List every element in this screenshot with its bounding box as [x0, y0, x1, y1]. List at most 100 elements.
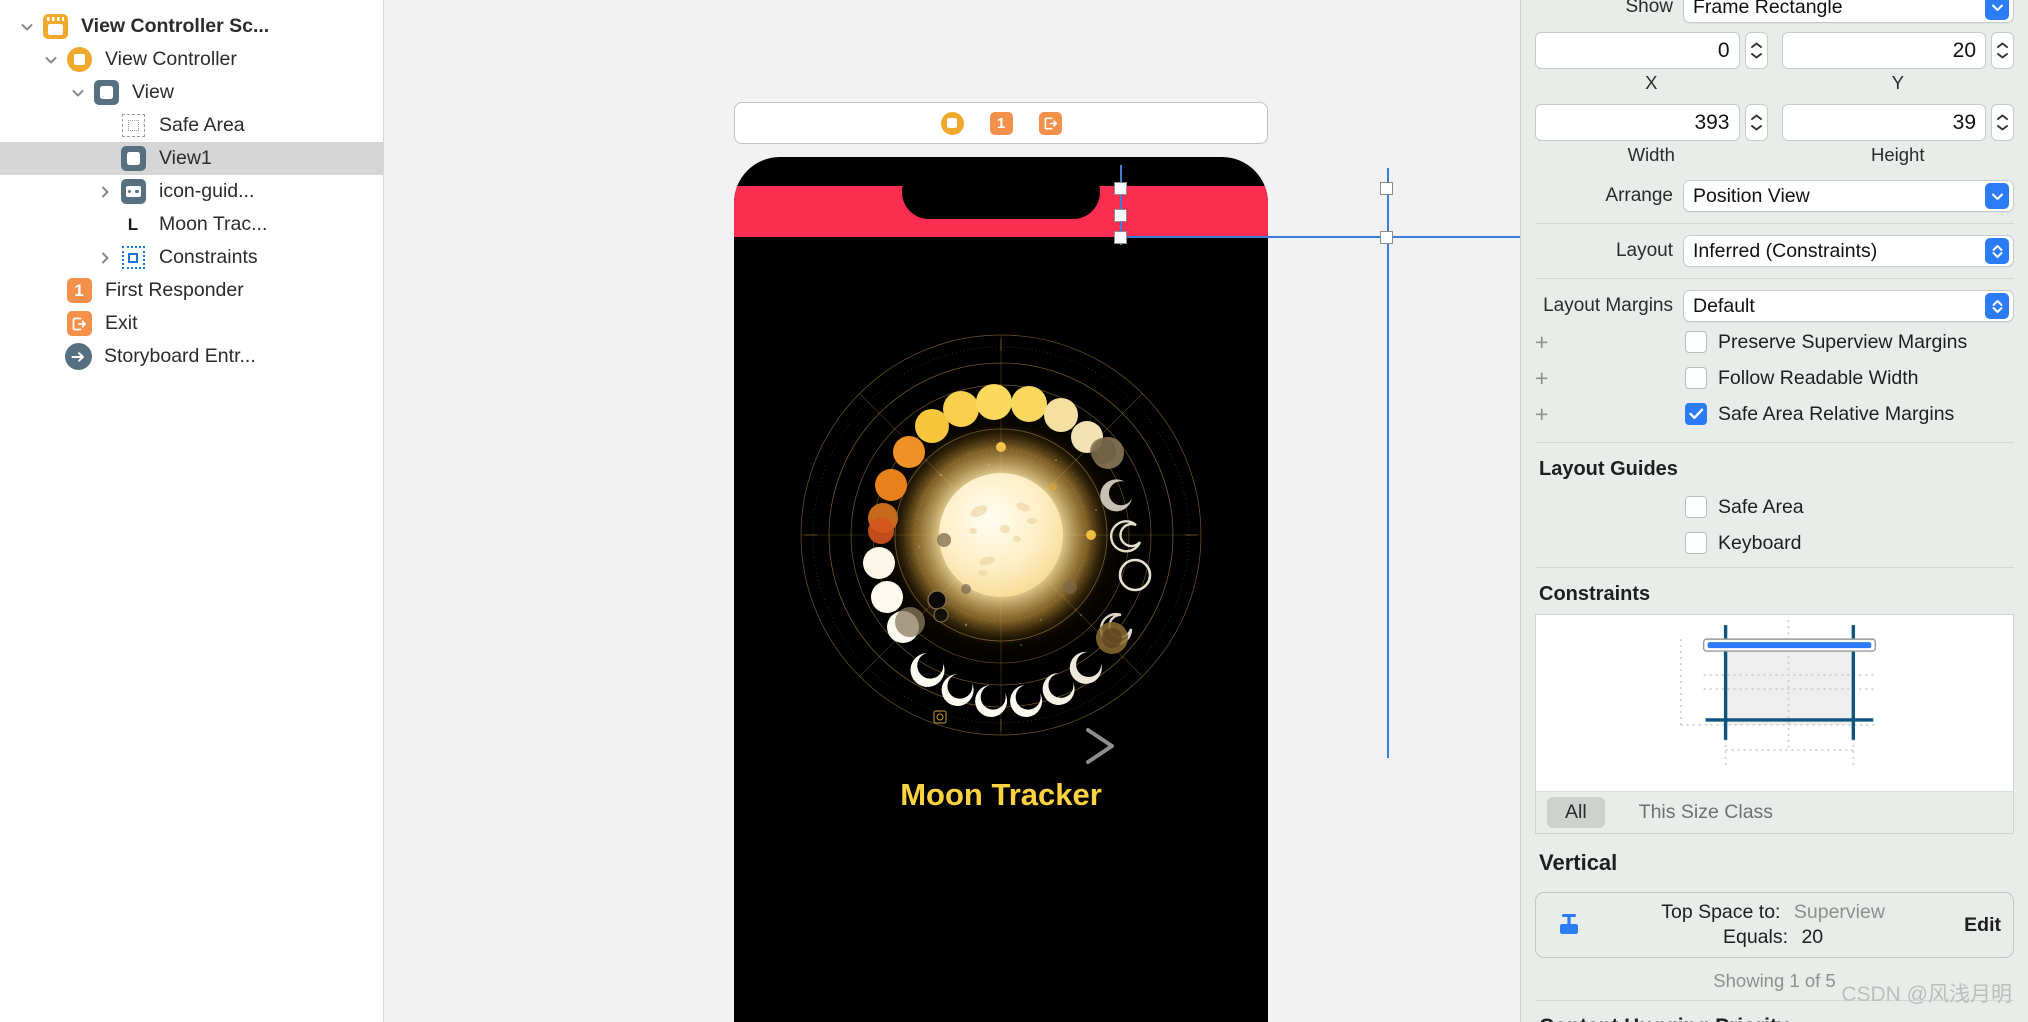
outline-row-label: First Responder [105, 279, 244, 301]
safe-area-guide-checkbox[interactable] [1685, 496, 1707, 518]
disclosure-right-icon[interactable] [92, 250, 118, 266]
outline-row-view-controller-scene[interactable]: View Controller Sc... [0, 10, 383, 43]
constraints-diagram-svg[interactable] [1536, 615, 2013, 791]
keyboard-guide-label: Keyboard [1718, 531, 1802, 554]
show-popup-button[interactable]: Frame Rectangle [1683, 0, 2014, 23]
disclosure-down-icon[interactable] [14, 19, 40, 35]
outline-row-label: View1 [159, 147, 212, 169]
constraints-scope-segmented-control[interactable]: All This Size Class [1536, 791, 2013, 833]
keyboard-guide-checkbox[interactable] [1685, 532, 1707, 554]
x-input[interactable]: 0 [1535, 32, 1740, 69]
top-space-constraint-line-lower[interactable] [1387, 248, 1389, 758]
edit-constraint-button[interactable]: Edit [1956, 914, 2001, 937]
layout-popup-button[interactable]: Inferred (Constraints) [1683, 235, 2014, 267]
device-preview[interactable]: Moon Tracker [734, 157, 1268, 1022]
keyboard-guide-row[interactable]: Keyboard [1521, 525, 2028, 561]
top-space-constraint-row[interactable]: Top Space to: Superview Equals: 20 Edit [1535, 892, 2014, 958]
label-icon: L [118, 210, 148, 240]
safe-area-guide-row[interactable]: Safe Area [1521, 489, 2028, 525]
arrange-popup-button[interactable]: Position View [1683, 180, 2014, 212]
safe-area-guide-label: Safe Area [1718, 495, 1804, 518]
divider [1535, 567, 2014, 568]
add-variation-icon[interactable]: + [1535, 365, 1557, 392]
outline-row-first-responder[interactable]: 1 First Responder [0, 274, 383, 307]
pointer-arrow-annotation [986, 728, 1114, 764]
follow-readable-width-checkbox[interactable] [1685, 367, 1707, 389]
device-notch [902, 165, 1100, 219]
outline-row-view[interactable]: View [0, 76, 383, 109]
disclosure-right-icon[interactable] [92, 184, 118, 200]
storyboard-canvas[interactable]: 1 Moon Tracker [384, 0, 1520, 1022]
preserve-superview-margins-row[interactable]: + Preserve Superview Margins [1521, 324, 2028, 360]
constraints-scope-all[interactable]: All [1547, 797, 1605, 828]
chevron-down-icon[interactable] [1985, 183, 2009, 209]
width-stepper[interactable] [1744, 104, 1768, 141]
dock-first-responder-icon[interactable]: 1 [989, 111, 1013, 135]
y-stepper[interactable] [1991, 32, 2014, 69]
y-caption: Y [1891, 72, 1904, 93]
frame-rect-fields[interactable]: 0 X 20 Y 393 Width 39 Height [1521, 20, 2028, 166]
width-field-group[interactable]: 393 Width [1535, 104, 1768, 166]
exit-icon [64, 309, 94, 339]
x-field-group[interactable]: 0 X [1535, 32, 1768, 94]
height-field-group[interactable]: 39 Height [1781, 104, 2014, 166]
dock-view-controller-icon[interactable] [940, 111, 964, 135]
chevron-up-down-icon[interactable] [1985, 293, 2009, 319]
safe-area-relative-margins-label: Safe Area Relative Margins [1718, 402, 1955, 425]
document-outline-panel[interactable]: View Controller Sc... View Controller Vi… [0, 0, 384, 1022]
disclosure-down-icon[interactable] [38, 52, 64, 68]
layout-popup-value: Inferred (Constraints) [1693, 239, 1878, 262]
resize-handle-top-left[interactable] [1114, 182, 1127, 195]
resize-handle-top-center[interactable] [1380, 182, 1393, 195]
outline-row-view-controller[interactable]: View Controller [0, 43, 383, 76]
outline-row-view1[interactable]: View1 [0, 142, 383, 175]
height-input[interactable]: 39 [1781, 104, 1986, 141]
outline-row-label: Storyboard Entr... [104, 345, 256, 367]
disclosure-down-icon[interactable] [65, 85, 91, 101]
dock-exit-icon[interactable] [1038, 111, 1062, 135]
divider [1535, 442, 2014, 443]
size-inspector-panel[interactable]: Show Frame Rectangle 0 X 20 Y 393 Width … [1520, 0, 2028, 1022]
scene-dock[interactable]: 1 [734, 102, 1268, 144]
constraints-editor[interactable]: All This Size Class [1535, 614, 2014, 834]
outline-row-label: View Controller [105, 48, 237, 70]
safe-area-relative-margins-row[interactable]: + Safe Area Relative Margins [1521, 396, 2028, 432]
width-input[interactable]: 393 [1535, 104, 1740, 141]
outline-row-moon-tracker-label[interactable]: L Moon Trac... [0, 208, 383, 241]
y-field-group[interactable]: 20 Y [1781, 32, 2014, 94]
image-view-icon [118, 177, 148, 207]
constraints-diagram[interactable] [1536, 615, 2013, 791]
selection-outline-bottom [1120, 236, 1520, 238]
divider [1535, 278, 2014, 279]
arrange-row[interactable]: Arrange Position View [1521, 178, 2028, 214]
preserve-superview-margins-checkbox[interactable] [1685, 331, 1707, 353]
safe-area-relative-margins-checkbox[interactable] [1685, 403, 1707, 425]
layout-margins-row[interactable]: Layout Margins Default [1521, 288, 2028, 324]
constraint-relation-label: Equals: [1722, 926, 1789, 948]
arrange-popup-value: Position View [1693, 184, 1810, 207]
layout-margins-popup-button[interactable]: Default [1683, 290, 2014, 322]
resize-handle-bottom-left[interactable] [1114, 231, 1127, 244]
outline-row-storyboard-entry-point[interactable]: Storyboard Entr... [0, 340, 383, 373]
follow-readable-width-row[interactable]: + Follow Readable Width [1521, 360, 2028, 396]
outline-row-exit[interactable]: Exit [0, 307, 383, 340]
show-popup-value: Frame Rectangle [1693, 0, 1843, 18]
add-variation-icon[interactable]: + [1535, 401, 1557, 428]
outline-row-safe-area[interactable]: Safe Area [0, 109, 383, 142]
outline-row-icon-guide-image[interactable]: icon-guid... [0, 175, 383, 208]
width-caption: Width [1627, 144, 1675, 165]
outline-row-constraints[interactable]: Constraints [0, 241, 383, 274]
show-label: Show [1625, 0, 1673, 17]
chevron-down-icon[interactable] [1985, 0, 2009, 20]
add-variation-icon[interactable]: + [1535, 329, 1557, 356]
chevron-up-down-icon[interactable] [1985, 238, 2009, 264]
outline-row-label: icon-guid... [159, 180, 255, 202]
resize-handle-mid-left[interactable] [1114, 209, 1127, 222]
layout-row[interactable]: Layout Inferred (Constraints) [1521, 233, 2028, 269]
resize-handle-bottom-center[interactable] [1380, 231, 1393, 244]
x-stepper[interactable] [1744, 32, 1768, 69]
y-input[interactable]: 20 [1781, 32, 1986, 69]
height-stepper[interactable] [1991, 104, 2014, 141]
show-row[interactable]: Show Frame Rectangle [1521, 0, 2028, 23]
constraints-scope-this-size-class[interactable]: This Size Class [1621, 797, 1791, 828]
